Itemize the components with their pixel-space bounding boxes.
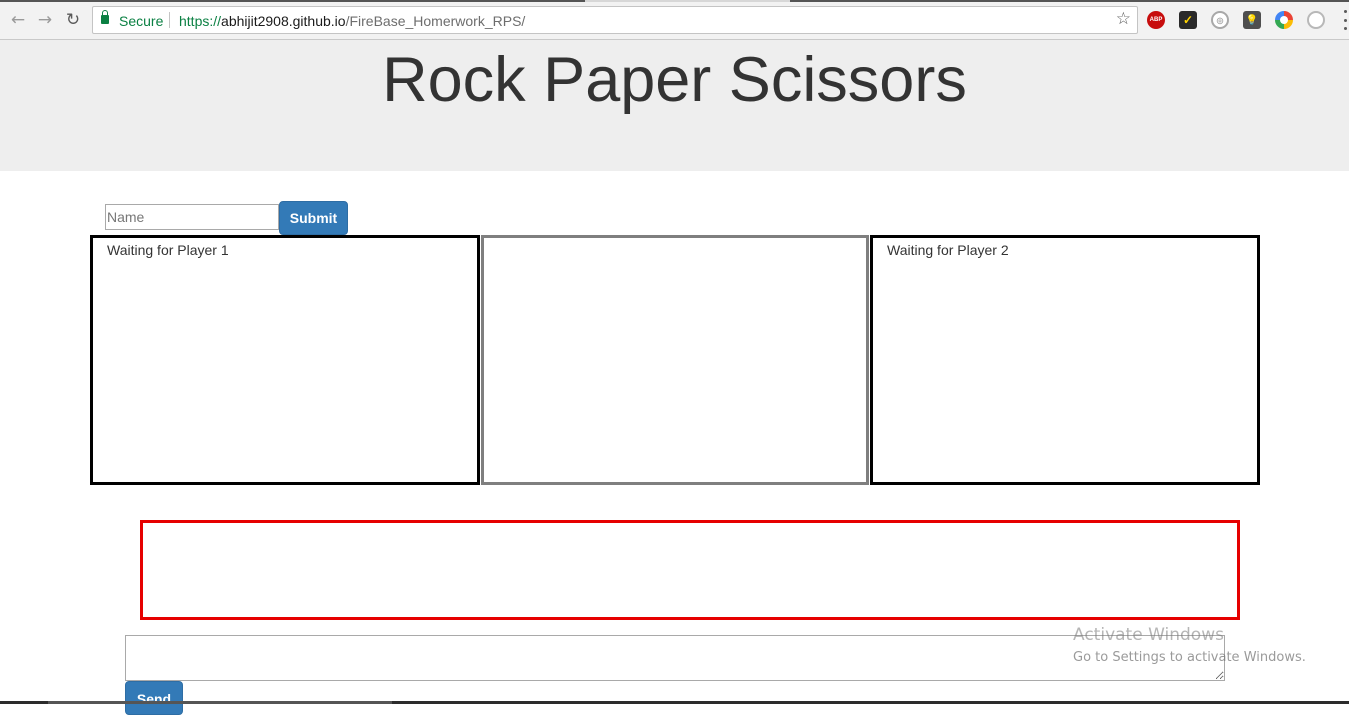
url-scheme: https:// bbox=[179, 13, 222, 29]
secure-label: Secure bbox=[119, 13, 164, 29]
forward-arrow-icon[interactable]: → bbox=[34, 9, 56, 31]
address-bar[interactable]: Secure https://abhijit2908.github.io/Fir… bbox=[92, 6, 1138, 34]
url-host: abhijit2908.github.io bbox=[221, 13, 346, 29]
chat-display-box bbox=[140, 520, 1240, 620]
lightbulb-extension-icon[interactable]: 💡 bbox=[1243, 11, 1261, 29]
activate-windows-title: Activate Windows bbox=[1073, 625, 1224, 645]
bookmark-star-icon[interactable]: ☆ bbox=[1116, 9, 1131, 29]
page-title: Rock Paper Scissors bbox=[382, 45, 967, 115]
player2-panel: Waiting for Player 2 bbox=[870, 235, 1260, 485]
lock-icon bbox=[101, 10, 109, 24]
adblock-plus-icon[interactable]: ABP bbox=[1147, 11, 1165, 29]
reload-icon[interactable]: ↻ bbox=[62, 9, 84, 31]
send-button[interactable]: Send bbox=[125, 681, 183, 715]
chat-message-input[interactable] bbox=[125, 635, 1225, 681]
tab-edge bbox=[790, 0, 1349, 2]
address-divider bbox=[169, 12, 170, 28]
extension-circle-icon[interactable]: ◎ bbox=[1211, 11, 1229, 29]
back-arrow-icon[interactable]: ← bbox=[7, 9, 29, 31]
tab-edge bbox=[0, 0, 585, 2]
name-input[interactable] bbox=[105, 204, 279, 230]
more-menu-icon[interactable] bbox=[1342, 10, 1348, 30]
submit-button[interactable]: Submit bbox=[279, 201, 348, 235]
color-wheel-extension-icon[interactable] bbox=[1275, 11, 1293, 29]
url-path: /FireBase_Homerwork_RPS/ bbox=[345, 13, 526, 29]
activate-windows-subtitle: Go to Settings to activate Windows. bbox=[1073, 650, 1306, 665]
player1-panel: Waiting for Player 1 bbox=[90, 235, 480, 485]
checkmark-extension-icon[interactable]: ✓ bbox=[1179, 11, 1197, 29]
player1-status: Waiting for Player 1 bbox=[107, 242, 229, 258]
player2-status: Waiting for Player 2 bbox=[887, 242, 1009, 258]
grey-circle-extension-icon[interactable] bbox=[1307, 11, 1325, 29]
url-text[interactable]: https://abhijit2908.github.io/FireBase_H… bbox=[179, 13, 525, 29]
browser-toolbar: ← → ↻ Secure https://abhijit2908.github.… bbox=[0, 0, 1349, 40]
tab-strip bbox=[0, 0, 1349, 2]
game-results-panel bbox=[481, 235, 869, 485]
